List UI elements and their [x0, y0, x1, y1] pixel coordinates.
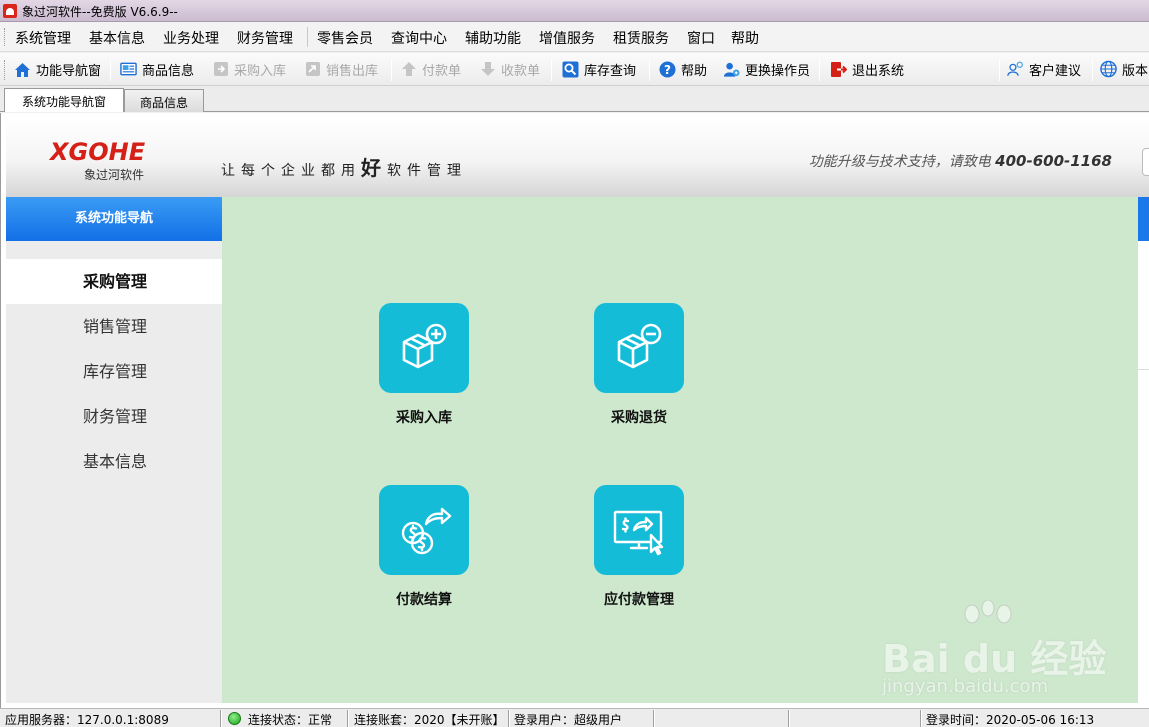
app-icon: [3, 4, 17, 18]
help-icon: ?: [659, 61, 676, 78]
tool-bar: 功能导航窗 商品信息 采购入库 销售出库 付款单 收款单 库存查询 ? 帮助 更…: [0, 53, 1149, 86]
window-title: 象过河软件--免费版 V6.6.9--: [22, 5, 178, 19]
purchase-in-icon: [212, 61, 229, 78]
exit-button[interactable]: 退出系统: [830, 58, 904, 80]
box-plus-icon[interactable]: [379, 303, 469, 393]
status-bar: 应用服务器：127.0.0.1:8089 连接状态：正常 连接账套：2020【未…: [0, 708, 1149, 727]
payables-management-label: 应付款管理: [604, 592, 674, 608]
sidebar-item-inventory[interactable]: 库存管理: [6, 349, 222, 394]
search-icon: [562, 61, 579, 78]
sidebar-item-finance[interactable]: 财务管理: [6, 394, 222, 439]
toolbar-grip[interactable]: [4, 60, 7, 80]
payables-management-function[interactable]: 应付款管理: [569, 485, 709, 609]
sidebar-item-basic-info[interactable]: 基本信息: [6, 439, 222, 484]
menu-bar: 系统管理 基本信息 业务处理 财务管理 零售会员 查询中心 辅助功能 增值服务 …: [0, 22, 1149, 52]
sales-out-icon: [304, 61, 321, 78]
payment-up-icon: [400, 61, 417, 78]
stock-query-button[interactable]: 库存查询: [562, 58, 636, 80]
status-server: 应用服务器：127.0.0.1:8089: [5, 713, 169, 727]
sales-out-button[interactable]: 销售出库: [304, 58, 378, 80]
support-phone: 400-600-1168: [995, 152, 1112, 170]
status-connection: 连接状态：正常: [248, 713, 333, 727]
brand-subtitle: 象过河软件: [84, 168, 145, 182]
sidebar-item-sales[interactable]: 销售管理: [6, 304, 222, 349]
purchase-in-button[interactable]: 采购入库: [212, 58, 286, 80]
status-login-time: 登录时间：2020-05-06 16:13: [926, 713, 1095, 727]
menu-window[interactable]: 窗口: [687, 28, 715, 48]
version-button[interactable]: 版本: [1100, 58, 1148, 80]
banner: XGOHE 象过河软件 让每个企业都用好软件管理 功能升级与技术支持，请致电 4…: [6, 118, 1149, 197]
menu-value-added[interactable]: 增值服务: [539, 28, 595, 48]
payment-button[interactable]: 付款单: [400, 58, 461, 80]
sidebar-item-purchase[interactable]: 采购管理: [6, 259, 222, 304]
title-bar: 象过河软件--免费版 V6.6.9--: [0, 0, 1149, 22]
product-info-button[interactable]: 商品信息: [120, 58, 194, 80]
receipt-button[interactable]: 收款单: [479, 58, 540, 80]
purchase-in-function[interactable]: 采购入库: [354, 303, 494, 427]
slogan: 让每个企业都用好软件管理: [221, 156, 467, 180]
tab-nav-window[interactable]: 系统功能导航窗: [4, 88, 124, 112]
monitor-payment-icon[interactable]: [594, 485, 684, 575]
payment-settlement-label: 付款结算: [396, 592, 452, 608]
exit-icon: [830, 61, 847, 78]
menu-finance[interactable]: 财务管理: [237, 28, 293, 48]
feedback-user-icon: [1007, 61, 1024, 78]
box-minus-icon[interactable]: [594, 303, 684, 393]
switch-operator-button[interactable]: 更换操作员: [723, 58, 810, 80]
nav-sidebar: 系统功能导航 采购管理 销售管理 库存管理 财务管理 基本信息: [6, 197, 222, 703]
payment-settlement-function[interactable]: 付款结算: [354, 485, 494, 609]
svg-text:?: ?: [664, 63, 671, 77]
menu-aux[interactable]: 辅助功能: [465, 28, 521, 48]
baidu-watermark: Bai du 经验 jingyan.baidu.com: [882, 600, 1122, 700]
right-collapsed-panel: [1138, 197, 1149, 703]
product-card-icon: [120, 61, 137, 78]
help-button[interactable]: ? 帮助: [659, 58, 707, 80]
menu-basic-info[interactable]: 基本信息: [89, 28, 145, 48]
purchase-in-label: 采购入库: [396, 410, 452, 426]
banner-collapse-handle[interactable]: [1142, 148, 1149, 176]
feedback-button[interactable]: 客户建议: [1007, 58, 1081, 80]
status-user: 登录用户：超级用户: [514, 713, 623, 727]
menu-lease[interactable]: 租赁服务: [613, 28, 669, 48]
coins-transfer-icon[interactable]: [379, 485, 469, 575]
receipt-down-icon: [479, 61, 496, 78]
purchase-return-label: 采购退货: [611, 410, 667, 426]
support-contact: 功能升级与技术支持，请致电 400-600-1168: [808, 152, 1112, 170]
menu-query-center[interactable]: 查询中心: [391, 28, 447, 48]
menu-retail-member[interactable]: 零售会员: [317, 28, 373, 48]
menu-help[interactable]: 帮助: [731, 28, 759, 48]
nav-window-button[interactable]: 功能导航窗: [14, 58, 101, 80]
menu-system[interactable]: 系统管理: [15, 28, 71, 48]
globe-icon: [1100, 60, 1117, 78]
user-switch-icon: [723, 61, 740, 78]
home-icon: [14, 61, 31, 78]
sidebar-header: 系统功能导航: [6, 197, 222, 241]
document-tabs: 系统功能导航窗 商品信息: [0, 86, 1149, 112]
tab-product-info[interactable]: 商品信息: [124, 89, 204, 112]
menu-grip[interactable]: [4, 28, 7, 46]
purchase-return-function[interactable]: 采购退货: [569, 303, 709, 427]
status-account: 连接账套：2020【未开账】: [354, 713, 505, 727]
menu-business[interactable]: 业务处理: [163, 28, 219, 48]
connection-ok-icon: [228, 712, 241, 725]
brand-logo: XGOHE: [50, 138, 146, 166]
